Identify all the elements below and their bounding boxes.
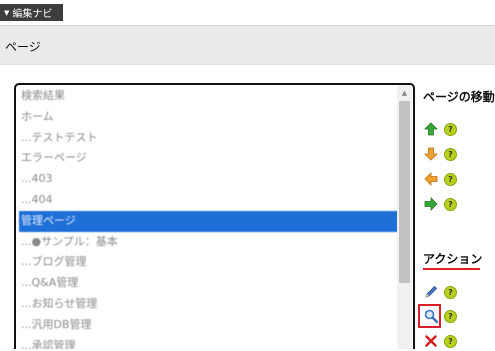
move-right-row: ? (424, 196, 457, 212)
page-list-item[interactable]: ...Q&A管理 (19, 273, 399, 294)
action-heading-underline (423, 268, 480, 270)
triangle-down-icon: ▼ (4, 8, 10, 17)
page-title: ページ (5, 40, 41, 54)
help-icon[interactable]: ? (444, 122, 457, 136)
page-list-item[interactable]: ...お知らせ管理 (19, 294, 399, 315)
arrow-right-icon[interactable] (424, 197, 438, 211)
page-list-item[interactable]: ...404 (19, 190, 399, 211)
page-list-item[interactable]: 検索結果 (19, 86, 399, 107)
help-icon[interactable]: ? (444, 334, 457, 348)
scroll-up-arrow-icon[interactable]: ▲ (397, 88, 412, 98)
delete-row: ? (424, 333, 457, 349)
move-panel-heading: ページの移動 (423, 90, 495, 104)
page-list-item[interactable]: ...●サンプル：基本 (19, 232, 399, 253)
page-list[interactable]: 検索結果 ホーム ...テストテスト エラーページ ...403 ...404 … (19, 86, 399, 349)
help-icon[interactable]: ? (444, 172, 457, 186)
magnifier-search-icon[interactable] (424, 309, 439, 324)
edit-navi-label: 編集ナビ (12, 9, 53, 20)
page-header-bar: ページ (0, 25, 495, 65)
action-panel-heading: アクション (423, 252, 483, 266)
help-icon[interactable]: ? (444, 147, 457, 161)
list-scrollbar[interactable]: ▲ (397, 85, 412, 349)
arrow-down-icon[interactable] (424, 147, 438, 161)
scrollbar-thumb[interactable] (399, 101, 410, 283)
move-down-row: ? (424, 146, 457, 162)
help-icon[interactable]: ? (444, 285, 457, 299)
page-list-item-selected[interactable]: 管理ページ (19, 210, 399, 232)
delete-x-icon[interactable] (424, 334, 438, 348)
move-up-row: ? (424, 121, 457, 137)
pencil-edit-icon[interactable] (424, 285, 438, 299)
page-list-item[interactable]: ホーム (19, 107, 399, 128)
page-list-item[interactable]: ...承認管理 (19, 336, 399, 349)
page-list-item[interactable]: ...403 (19, 169, 399, 190)
page-list-box[interactable]: 検索結果 ホーム ...テストテスト エラーページ ...403 ...404 … (14, 83, 415, 349)
arrow-left-icon[interactable] (424, 172, 438, 186)
search-row: ? (424, 308, 457, 324)
page-list-item[interactable]: ...汎用DB管理 (19, 315, 399, 336)
help-icon[interactable]: ? (444, 309, 457, 323)
page-list-item[interactable]: エラーページ (19, 148, 399, 169)
edit-row: ? (424, 284, 457, 300)
move-left-row: ? (424, 171, 457, 187)
page-list-item[interactable]: ...テストテスト (19, 128, 399, 149)
arrow-up-icon[interactable] (424, 122, 438, 136)
edit-navi-tab[interactable]: ▼ 編集ナビ (0, 4, 63, 21)
help-icon[interactable]: ? (444, 197, 457, 211)
page-list-item[interactable]: ...ブログ管理 (19, 252, 399, 273)
